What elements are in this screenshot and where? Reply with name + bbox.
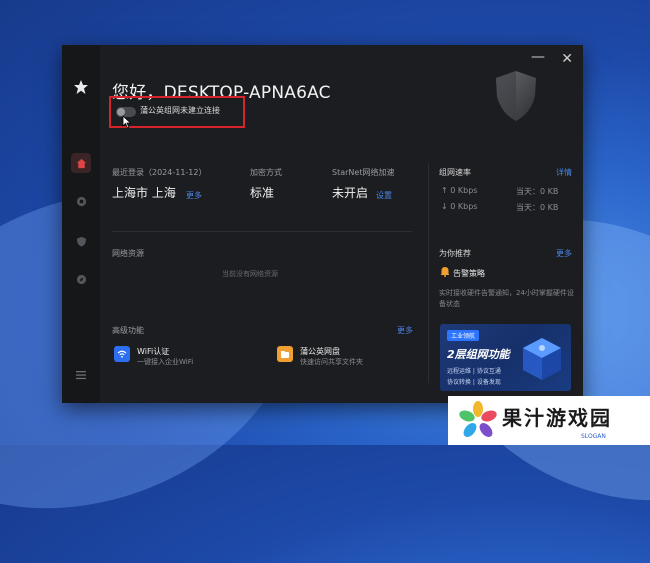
home-icon [76, 158, 86, 168]
minimize-button[interactable]: — [531, 49, 545, 65]
connection-status-label: 蒲公英组网未建立连接 [140, 106, 220, 115]
alarm-bell-icon [440, 267, 450, 277]
encrypt-value: 标准 [250, 186, 275, 200]
last-login-label: 最近登录（2024-11-12） [112, 168, 207, 177]
last-login-value: 上海市 上海 [112, 186, 176, 200]
watermark-logo: 果汁游戏园 SLOGAN [448, 396, 650, 445]
sidebar-item-network[interactable] [71, 191, 91, 211]
device-cube-icon [523, 338, 561, 380]
close-button[interactable]: ✕ [561, 51, 573, 67]
resources-empty-text: 当前没有网络资源 [222, 270, 278, 278]
sidebar [62, 45, 100, 403]
flower-logo-icon [459, 401, 497, 437]
speed-details-link[interactable]: 详情 [556, 167, 572, 178]
advanced-title: 高级功能 [112, 326, 144, 335]
starnet-settings-link[interactable]: 设置 [376, 190, 392, 201]
speed-title: 组网速率 [439, 168, 471, 177]
recommend-item-title[interactable]: 告警策略 [453, 268, 485, 279]
last-login-more-link[interactable]: 更多 [186, 190, 202, 201]
upload-speed: ↑ 0 Kbps [441, 186, 478, 195]
upload-arrow-icon: ↑ [441, 186, 448, 195]
cloud-disk-icon [277, 346, 293, 362]
wifi-icon [114, 346, 130, 362]
network-icon [76, 196, 86, 206]
banner-line-2: 协议转换 | 设备发现 [447, 379, 501, 386]
promo-banner[interactable]: 工业领航 2层组网功能 远程运维 | 协议互通 协议转换 | 设备发现 [440, 324, 571, 391]
resources-title: 网络资源 [112, 249, 144, 258]
watermark-name: 果汁游戏园 [502, 406, 612, 430]
recommend-more-link[interactable]: 更多 [556, 248, 572, 259]
cloud-disk-title[interactable]: 蒲公英网盘 [300, 346, 340, 357]
wifi-auth-desc: 一键接入企业WiFi [137, 358, 194, 366]
sidebar-item-tools[interactable] [71, 269, 91, 289]
sidebar-item-security[interactable] [71, 231, 91, 251]
app-window: — ✕ 您好，DESKTOP-APNA6AC 蒲公英组网未建立连接 最近登录（2… [62, 45, 583, 403]
starnet-label: StarNet网络加速 [332, 168, 395, 177]
download-speed: ↓ 0 Kbps [441, 202, 478, 211]
watermark-slogan: SLOGAN [581, 433, 606, 440]
wifi-auth-title[interactable]: WiFi认证 [137, 346, 169, 357]
star-logo-icon [71, 77, 91, 97]
starnet-value: 未开启 [332, 186, 369, 200]
shield-status-icon [496, 71, 536, 121]
shield-icon [76, 236, 86, 247]
cloud-disk-desc: 快速访问共享文件夹 [300, 358, 363, 366]
sidebar-menu-button[interactable] [71, 365, 91, 385]
banner-title: 2层组网功能 [447, 348, 510, 361]
section-divider [112, 231, 412, 232]
banner-line-1: 远程运维 | 协议互通 [447, 368, 501, 375]
encrypt-label: 加密方式 [250, 168, 282, 177]
sidebar-item-home[interactable] [71, 153, 91, 173]
download-arrow-icon: ↓ [441, 202, 448, 211]
recommend-title: 为你推荐 [439, 249, 471, 258]
today-upload: 当天：0 KB [516, 187, 559, 196]
advanced-more-link[interactable]: 更多 [397, 325, 413, 336]
recommend-item-desc: 实时接收硬件告警通知，24小时掌握硬件设备状态 [439, 289, 574, 308]
banner-tag: 工业领航 [447, 330, 480, 341]
today-download: 当天：0 KB [516, 203, 559, 212]
mouse-cursor-icon [122, 115, 132, 129]
compass-icon [76, 274, 86, 284]
column-divider [428, 163, 429, 383]
menu-icon [76, 371, 86, 380]
